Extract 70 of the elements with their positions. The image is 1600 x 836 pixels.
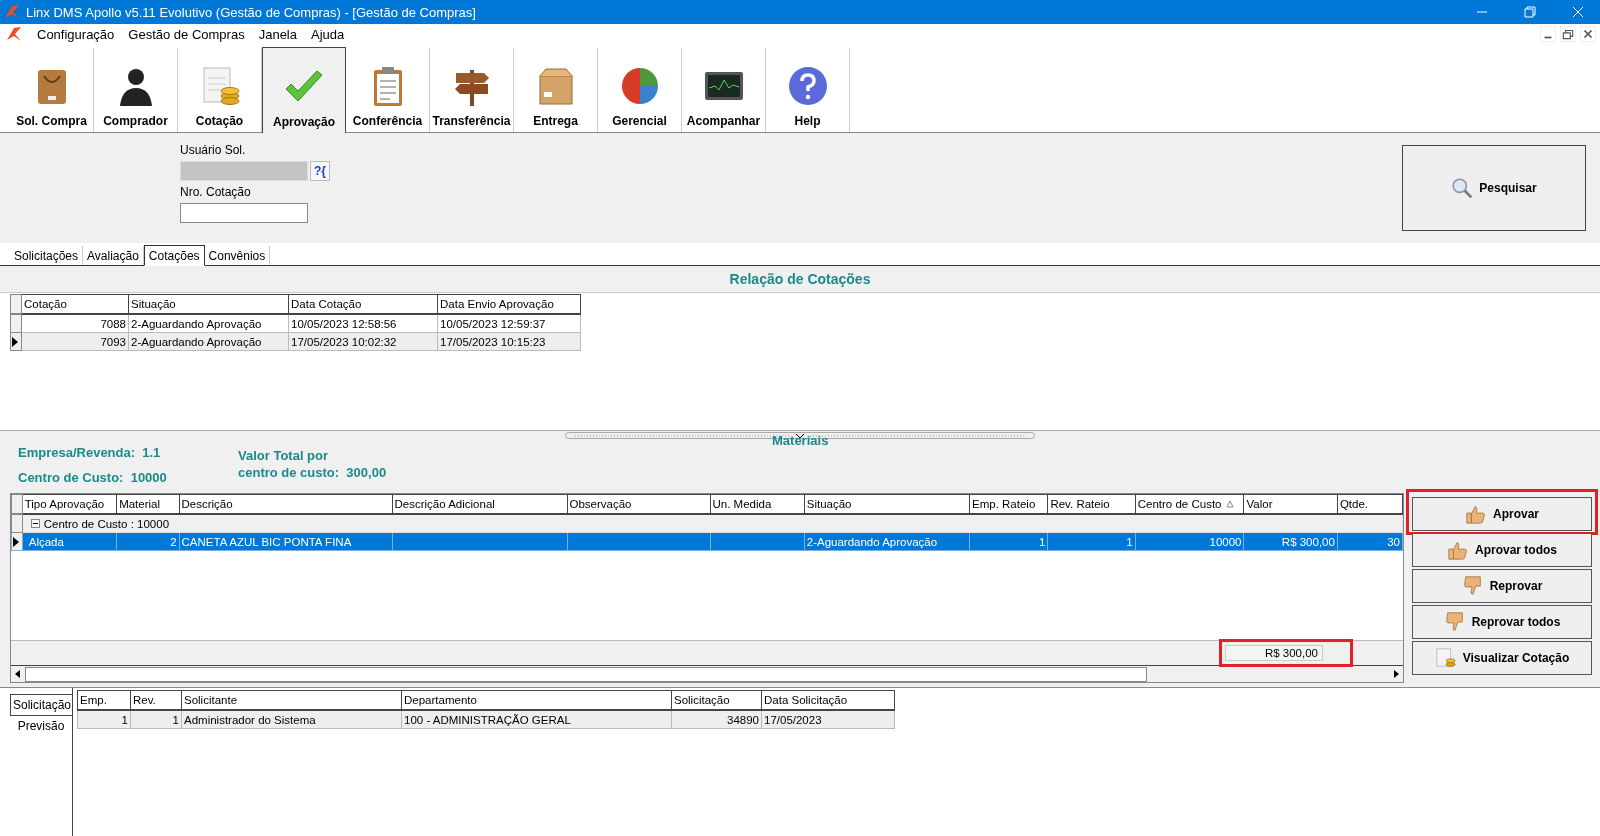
column-header[interactable]: Cotação xyxy=(21,294,129,314)
menu-item[interactable]: Configuração xyxy=(30,26,122,42)
column-header[interactable]: Material xyxy=(116,494,180,514)
group-label: Centro de Custo : 10000 xyxy=(43,517,170,530)
column-header[interactable]: Situação xyxy=(128,294,289,314)
column-header[interactable]: Situação xyxy=(804,494,970,514)
field-label: Nro. Cotação xyxy=(180,185,252,199)
action-button[interactable]: Visualizar Cotação xyxy=(1412,641,1592,675)
column-header[interactable]: Un. Medida xyxy=(710,494,805,514)
minimize-icon[interactable] xyxy=(1540,26,1556,42)
column-header[interactable]: Valor xyxy=(1244,494,1338,514)
tab[interactable]: Cotações xyxy=(143,245,205,266)
table-cell: 10/05/2023 12:58:56 xyxy=(288,314,438,333)
column-header[interactable]: Descrição xyxy=(179,494,392,514)
column-header[interactable]: Rev. xyxy=(130,690,182,710)
column-header[interactable]: Descrição Adicional xyxy=(392,494,567,514)
column-header[interactable]: Emp. Rateio xyxy=(969,494,1048,514)
action-button[interactable]: Reprovar todos xyxy=(1412,605,1592,639)
window-title: Linx DMS Apollo v5.11 Evolutivo (Gestão de Compras) - [Gestão de Compras] xyxy=(26,4,476,20)
thumbs-up-icon xyxy=(1465,503,1487,525)
column-header[interactable]: Data Cotação xyxy=(288,294,438,314)
table-row[interactable]: 7088 2-Aguardando Aprovação 10/05/2023 12:58:56 10/05/2023 12:59:37 xyxy=(10,314,581,333)
action-button[interactable]: Aprovar todos xyxy=(1412,533,1592,567)
search-icon xyxy=(1451,177,1474,199)
collapse-icon[interactable] xyxy=(30,519,40,528)
input-field[interactable] xyxy=(180,203,308,223)
menu-item[interactable]: Janela xyxy=(251,26,304,42)
action-button[interactable]: Reprovar xyxy=(1412,569,1592,603)
table-row[interactable]: 7093 2-Aguardando Aprovação 17/05/2023 10:02:32 17/05/2023 10:15:23 xyxy=(10,332,581,351)
column-header[interactable]: Tipo Aprovação xyxy=(22,494,117,514)
column-header[interactable]: Solicitante xyxy=(181,690,402,710)
scrollbar-thumb[interactable] xyxy=(25,666,1147,682)
app-logo-icon xyxy=(4,4,20,20)
document-coins-icon xyxy=(1434,647,1457,669)
column-header[interactable]: Data Solicitação xyxy=(761,690,895,710)
column-header[interactable]: Observação xyxy=(567,494,711,514)
menu-item[interactable]: Ajuda xyxy=(304,26,352,42)
field-label: Usuário Sol. xyxy=(180,143,247,157)
row-pointer-icon xyxy=(12,336,18,347)
company-label: Empresa/Revenda: 1.1 xyxy=(18,445,162,460)
table-cell: 2-Aguardando Aprovação xyxy=(128,314,289,333)
close-icon[interactable] xyxy=(1580,26,1596,42)
row-pointer-icon xyxy=(13,536,19,547)
search-button[interactable]: Pesquisar xyxy=(1402,145,1586,231)
toolbar-button[interactable]: Aprovação xyxy=(262,47,346,133)
table-row[interactable]: Alçada 2 CANETA AZUL BIC PONTA FINA 2-Aguardando Aprovação 1 1 10000 R$ 300,00 30 xyxy=(11,532,1403,551)
action-button[interactable]: Aprovar xyxy=(1412,497,1592,531)
thumbs-down-icon xyxy=(1443,611,1466,633)
restore-icon[interactable] xyxy=(1560,26,1576,42)
column-header[interactable]: Qtde. xyxy=(1337,494,1403,514)
column-header[interactable]: Emp. xyxy=(77,690,131,710)
column-header[interactable]: Departamento xyxy=(401,690,672,710)
table-cell: 7088 xyxy=(21,314,129,333)
thumbs-down-icon xyxy=(1461,575,1484,597)
app-logo-icon xyxy=(6,26,22,42)
toolbar-button[interactable]: Transferência xyxy=(430,48,514,132)
table-cell: 10/05/2023 12:59:37 xyxy=(437,314,581,333)
column-header[interactable]: Centro de Custo xyxy=(1135,494,1244,514)
thumbs-up-icon xyxy=(1447,539,1469,561)
tab[interactable]: Solicitação xyxy=(10,694,72,716)
section-title: Relação de Cotações xyxy=(729,271,871,287)
cost-center-label: Centro de Custo: 10000 xyxy=(18,470,168,485)
total-value: R$ 300,00 xyxy=(1225,645,1323,661)
column-header[interactable]: Solicitação xyxy=(671,690,762,710)
menu-item[interactable]: Gestão de Compras xyxy=(121,26,252,42)
section-title: Materiais xyxy=(772,433,829,448)
lookup-button[interactable]: ?{ xyxy=(310,161,330,181)
total-label: Valor Total por centro de custo: 300,00 xyxy=(238,448,387,480)
column-header[interactable]: Data Envio Aprovação xyxy=(437,294,581,314)
column-header[interactable]: Rev. Rateio xyxy=(1047,494,1136,514)
